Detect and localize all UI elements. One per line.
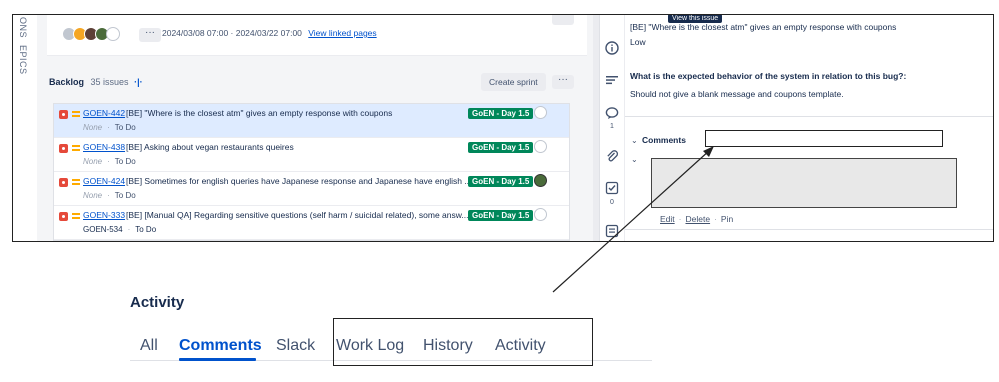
activity-title: Activity [130,294,185,311]
tab-all[interactable]: All [140,337,158,355]
highlight-box [333,318,593,366]
tab-slack[interactable]: Slack [276,337,315,355]
active-tab-indicator [179,358,256,361]
tab-comments[interactable]: Comments [179,337,262,355]
